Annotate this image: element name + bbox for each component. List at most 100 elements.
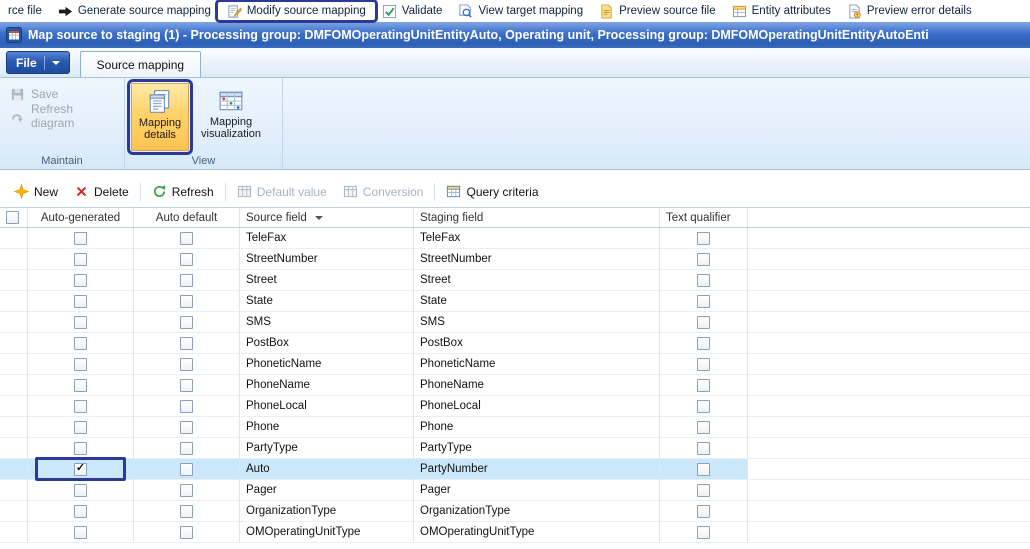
tab-source-mapping[interactable]: Source mapping [80, 51, 201, 77]
generate-source-mapping-button[interactable]: Generate source mapping [50, 3, 219, 19]
auto-default-checkbox[interactable] [180, 400, 193, 413]
source-field-cell[interactable]: State [240, 291, 414, 312]
staging-field-cell[interactable]: PartyType [414, 438, 660, 459]
source-field-cell[interactable]: PartyType [240, 438, 414, 459]
row-selector-cell[interactable] [0, 354, 28, 375]
delete-button[interactable]: Delete [66, 181, 137, 202]
staging-field-cell[interactable]: OMOperatingUnitType [414, 522, 660, 543]
row-selector-cell[interactable] [0, 333, 28, 354]
preview-error-details-button[interactable]: Preview error details [839, 3, 980, 19]
column-header-auto-default[interactable]: Auto default [134, 208, 240, 227]
staging-field-cell[interactable]: Street [414, 270, 660, 291]
auto-generated-checkbox[interactable] [74, 505, 87, 518]
text-qualifier-checkbox[interactable] [697, 358, 710, 371]
source-field-cell[interactable]: Auto [240, 459, 414, 480]
table-row[interactable]: OMOperatingUnitTypeOMOperatingUnitType [0, 522, 1030, 543]
staging-field-cell[interactable]: TeleFax [414, 228, 660, 249]
row-selector-cell[interactable] [0, 375, 28, 396]
source-field-cell[interactable]: SMS [240, 312, 414, 333]
file-menu-button[interactable]: File [6, 51, 70, 74]
staging-field-cell[interactable]: SMS [414, 312, 660, 333]
validate-button[interactable]: Validate [374, 3, 451, 19]
row-selector-cell[interactable] [0, 522, 28, 543]
auto-generated-checkbox[interactable] [74, 274, 87, 287]
auto-default-checkbox[interactable] [180, 358, 193, 371]
conversion-button[interactable]: Conversion [335, 181, 432, 202]
auto-generated-checkbox[interactable] [74, 232, 87, 245]
row-selector-cell[interactable] [0, 501, 28, 522]
text-qualifier-checkbox[interactable] [697, 232, 710, 245]
auto-generated-checkbox[interactable] [74, 358, 87, 371]
staging-field-cell[interactable]: OrganizationType [414, 501, 660, 522]
staging-field-cell[interactable]: PhoneLocal [414, 396, 660, 417]
source-field-cell[interactable]: PhoneticName [240, 354, 414, 375]
auto-generated-checkbox[interactable] [74, 253, 87, 266]
text-qualifier-checkbox[interactable] [697, 484, 710, 497]
auto-generated-checkbox[interactable] [74, 421, 87, 434]
auto-generated-checkbox[interactable] [74, 442, 87, 455]
refresh-diagram-button[interactable]: Refresh diagram [6, 105, 118, 127]
source-field-cell[interactable]: PhoneLocal [240, 396, 414, 417]
auto-default-checkbox[interactable] [180, 421, 193, 434]
table-row[interactable]: SMSSMS [0, 312, 1030, 333]
source-field-cell[interactable]: PostBox [240, 333, 414, 354]
auto-default-checkbox[interactable] [180, 484, 193, 497]
table-row[interactable]: PhoneNamePhoneName [0, 375, 1030, 396]
auto-default-checkbox[interactable] [180, 526, 193, 539]
text-qualifier-checkbox[interactable] [697, 463, 710, 476]
source-field-cell[interactable]: Street [240, 270, 414, 291]
source-field-cell[interactable]: Phone [240, 417, 414, 438]
auto-default-checkbox[interactable] [180, 295, 193, 308]
auto-generated-checkbox[interactable] [74, 316, 87, 329]
staging-field-cell[interactable]: Phone [414, 417, 660, 438]
source-field-cell[interactable]: OrganizationType [240, 501, 414, 522]
query-criteria-button[interactable]: Query criteria [438, 181, 546, 202]
column-header-auto-generated[interactable]: Auto-generated [28, 208, 134, 227]
source-file-button[interactable]: rce file [0, 3, 50, 19]
staging-field-cell[interactable]: StreetNumber [414, 249, 660, 270]
staging-field-cell[interactable]: PhoneName [414, 375, 660, 396]
row-selector-cell[interactable] [0, 438, 28, 459]
row-selector-cell[interactable] [0, 228, 28, 249]
source-field-cell[interactable]: TeleFax [240, 228, 414, 249]
default-value-button[interactable]: Default value [229, 181, 335, 202]
text-qualifier-checkbox[interactable] [697, 295, 710, 308]
staging-field-cell[interactable]: Pager [414, 480, 660, 501]
auto-default-checkbox[interactable] [180, 442, 193, 455]
source-field-cell[interactable]: OMOperatingUnitType [240, 522, 414, 543]
auto-default-checkbox[interactable] [180, 463, 193, 476]
row-selector-cell[interactable] [0, 459, 28, 480]
source-field-cell[interactable]: StreetNumber [240, 249, 414, 270]
text-qualifier-checkbox[interactable] [697, 253, 710, 266]
auto-generated-checkbox[interactable] [74, 295, 87, 308]
table-row[interactable]: PhoneticNamePhoneticName [0, 354, 1030, 375]
table-row[interactable]: StateState [0, 291, 1030, 312]
mapping-visualization-button[interactable]: Mapping visualization [195, 83, 267, 151]
text-qualifier-checkbox[interactable] [697, 316, 710, 329]
auto-generated-checkbox[interactable] [74, 463, 87, 476]
auto-default-checkbox[interactable] [180, 274, 193, 287]
auto-generated-checkbox[interactable] [74, 526, 87, 539]
select-all-checkbox[interactable] [6, 211, 19, 224]
row-selector-cell[interactable] [0, 312, 28, 333]
view-target-mapping-button[interactable]: View target mapping [450, 3, 591, 19]
table-row[interactable]: TeleFaxTeleFax [0, 228, 1030, 249]
row-selector-cell[interactable] [0, 249, 28, 270]
table-row[interactable]: OrganizationTypeOrganizationType [0, 501, 1030, 522]
row-selector-cell[interactable] [0, 480, 28, 501]
table-row[interactable]: PagerPager [0, 480, 1030, 501]
table-row[interactable]: StreetStreet [0, 270, 1030, 291]
sort-filter-arrow-icon[interactable] [315, 216, 323, 220]
auto-default-checkbox[interactable] [180, 253, 193, 266]
source-field-cell[interactable]: PhoneName [240, 375, 414, 396]
column-header-source-field[interactable]: Source field [240, 208, 414, 227]
row-selector-cell[interactable] [0, 270, 28, 291]
text-qualifier-checkbox[interactable] [697, 274, 710, 287]
staging-field-cell[interactable]: PostBox [414, 333, 660, 354]
mapping-details-button[interactable]: Mapping details [131, 83, 189, 151]
auto-generated-checkbox[interactable] [74, 400, 87, 413]
table-row[interactable]: AutoPartyNumber [0, 459, 1030, 480]
row-selector-cell[interactable] [0, 417, 28, 438]
text-qualifier-checkbox[interactable] [697, 505, 710, 518]
modify-source-mapping-button[interactable]: Modify source mapping [219, 3, 374, 19]
